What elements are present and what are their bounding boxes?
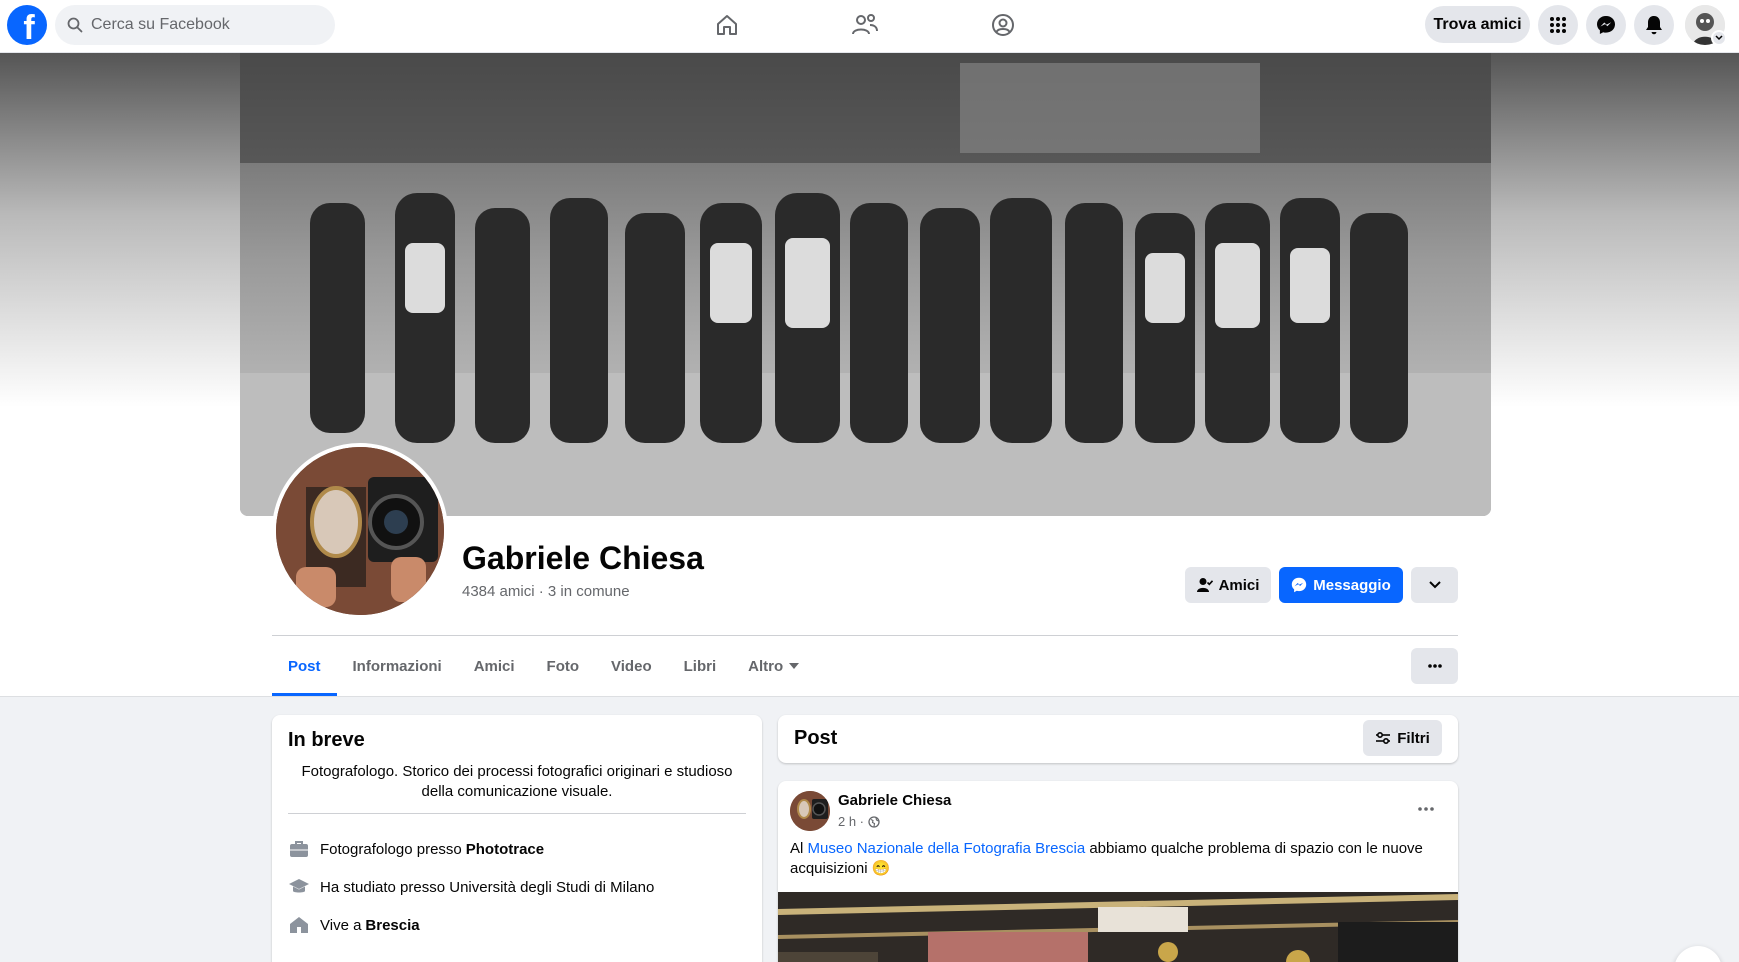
post-text: Al Museo Nazionale della Fotografia Bres… <box>790 839 1440 879</box>
tab-label: Amici <box>473 657 515 675</box>
search-box[interactable] <box>55 5 335 45</box>
intro-title: In breve <box>288 729 365 751</box>
home-icon[interactable] <box>707 8 747 42</box>
find-friends-button[interactable]: Trova amici <box>1425 6 1530 43</box>
tab-altro[interactable]: Altro <box>732 636 815 696</box>
post-author-avatar[interactable] <box>790 791 830 831</box>
tab-label: Video <box>611 657 652 675</box>
facebook-logo-letter: f <box>23 9 35 47</box>
profile-tabs: Post Informazioni Amici Foto Video Libri… <box>272 636 815 696</box>
messenger-icon <box>1291 577 1307 593</box>
filter-sliders-icon <box>1375 731 1391 745</box>
filters-button[interactable]: Filtri <box>1363 720 1442 756</box>
menu-grid-icon[interactable] <box>1538 5 1578 45</box>
profile-dropdown-button[interactable] <box>1411 567 1458 603</box>
caret-down-icon <box>789 663 800 669</box>
tab-libri[interactable]: Libri <box>668 636 733 696</box>
tab-label: Foto <box>546 657 580 675</box>
filters-label: Filtri <box>1397 729 1430 747</box>
tab-label: Libri <box>683 657 717 675</box>
cover-photo[interactable] <box>240 53 1491 516</box>
intro-work-row: Fotografologo presso Phototrace <box>288 837 544 861</box>
intro-education-text: Ha studiato presso Università degli Stud… <box>320 878 655 896</box>
tab-post[interactable]: Post <box>272 636 337 696</box>
profile-name: Gabriele Chiesa <box>462 540 704 576</box>
groups-icon[interactable] <box>983 8 1023 42</box>
intro-bio: Fotografologo. Storico dei processi foto… <box>301 763 733 800</box>
account-chevron-icon[interactable] <box>1711 30 1727 46</box>
tab-video[interactable]: Video <box>595 636 668 696</box>
chevron-down-icon <box>1428 581 1441 589</box>
friends-count[interactable]: 4384 amici · 3 in comune <box>462 583 630 600</box>
new-message-floating-button[interactable] <box>1674 946 1722 962</box>
post-options-button[interactable] <box>1408 791 1444 827</box>
search-input[interactable] <box>91 16 311 34</box>
tab-label: Informazioni <box>352 657 442 675</box>
post-tagged-page-link[interactable]: Museo Nazionale della Fotografia Brescia <box>808 840 1086 857</box>
posts-header-card: Post Filtri <box>778 715 1458 763</box>
tab-informazioni[interactable]: Informazioni <box>337 636 458 696</box>
tab-label: Altro <box>748 657 784 675</box>
tab-label: Post <box>288 657 321 675</box>
post-author-name[interactable]: Gabriele Chiesa <box>838 792 951 809</box>
messenger-icon[interactable] <box>1586 5 1626 45</box>
profile-picture[interactable] <box>272 443 448 619</box>
intro-location-text: Vive a <box>320 916 362 934</box>
tab-amici[interactable]: Amici <box>458 636 531 696</box>
friends-button-label: Amici <box>1218 576 1260 594</box>
bell-icon[interactable] <box>1634 5 1674 45</box>
intro-education-row: Ha studiato presso Università degli Stud… <box>288 875 654 899</box>
more-dots-icon <box>1418 807 1434 811</box>
intro-location-row: Vive a Brescia <box>288 913 420 937</box>
intro-divider <box>288 813 746 814</box>
tabs-more-button[interactable] <box>1411 648 1458 684</box>
post-photo[interactable] <box>778 892 1458 962</box>
globe-icon <box>868 815 880 828</box>
intro-work-text: Fotografologo presso <box>320 840 462 858</box>
post-timestamp[interactable]: 2 h · <box>838 814 864 829</box>
search-icon <box>67 17 83 33</box>
post-card: Gabriele Chiesa 2 h · Al Museo Nazionale… <box>778 781 1458 962</box>
post-meta: 2 h · <box>838 814 880 829</box>
intro-card: In breve Fotografologo. Storico dei proc… <box>272 715 762 962</box>
top-navigation-bar: f Trova amici <box>0 0 1739 53</box>
friends-icon[interactable] <box>845 8 885 42</box>
house-icon <box>288 914 310 936</box>
message-button-label: Messaggio <box>1313 576 1391 594</box>
graduation-cap-icon <box>288 876 310 898</box>
intro-location-link[interactable]: Brescia <box>365 917 419 934</box>
facebook-logo[interactable]: f <box>7 5 47 47</box>
post-text-prefix: Al <box>790 840 804 857</box>
message-button[interactable]: Messaggio <box>1279 567 1403 603</box>
intro-work-link[interactable]: Phototrace <box>466 841 544 858</box>
tab-foto[interactable]: Foto <box>531 636 595 696</box>
posts-title: Post <box>794 727 838 749</box>
briefcase-icon <box>288 838 310 860</box>
tabs-bottom-border <box>0 696 1739 697</box>
friend-check-icon <box>1196 577 1213 593</box>
more-dots-icon <box>1427 664 1442 668</box>
friends-button[interactable]: Amici <box>1185 567 1271 603</box>
